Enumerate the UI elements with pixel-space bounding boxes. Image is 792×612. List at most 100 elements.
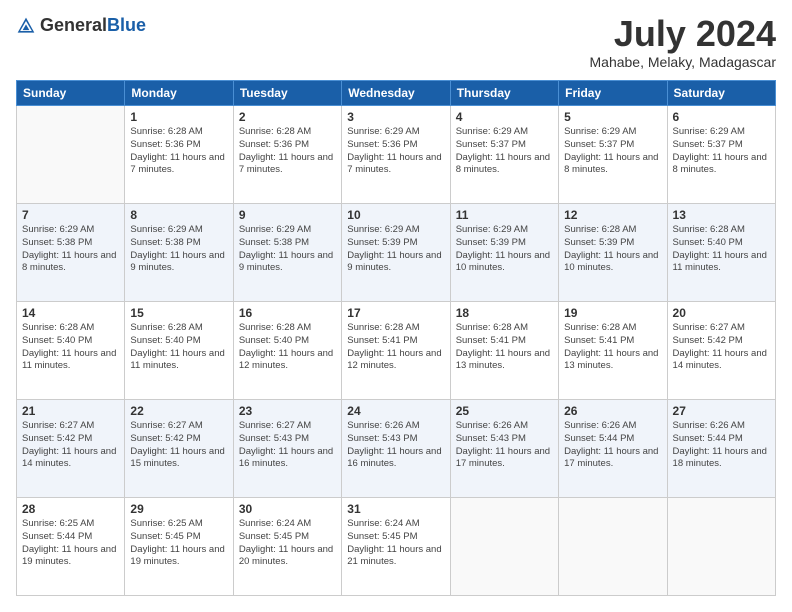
day-number: 24: [347, 404, 444, 418]
day-info: Sunrise: 6:25 AM Sunset: 5:44 PM Dayligh…: [22, 518, 119, 569]
day-info: Sunrise: 6:27 AM Sunset: 5:42 PM Dayligh…: [130, 420, 227, 471]
table-row: 30Sunrise: 6:24 AM Sunset: 5:45 PM Dayli…: [233, 498, 341, 596]
table-row: 3Sunrise: 6:29 AM Sunset: 5:36 PM Daylig…: [342, 106, 450, 204]
day-number: 3: [347, 110, 444, 124]
day-info: Sunrise: 6:29 AM Sunset: 5:37 PM Dayligh…: [673, 126, 770, 177]
table-row: 16 Sunrise: 6:28 AM Sunset: 5:40 PM Dayli…: [233, 302, 341, 400]
day-number: 21: [22, 404, 119, 418]
day-info: Sunrise: 6:26 AM Sunset: 5:43 PM Dayligh…: [456, 420, 553, 471]
table-row: [667, 498, 775, 596]
table-row: 13Sunrise: 6:28 AM Sunset: 5:40 PM Dayli…: [667, 204, 775, 302]
table-row: 23 Sunrise: 6:27 AM Sunset: 5:43 PM Dayli…: [233, 400, 341, 498]
table-row: 10 Sunrise: 6:29 AM Sunset: 5:39 PM Dayli…: [342, 204, 450, 302]
table-row: 2 Sunrise: 6:28 AM Sunset: 5:36 PM Daylig…: [233, 106, 341, 204]
day-number: 25: [456, 404, 553, 418]
day-info: Sunrise: 6:29 AM Sunset: 5:39 PM Dayligh…: [347, 224, 444, 275]
title-block: July 2024 Mahabe, Melaky, Madagascar: [590, 16, 777, 70]
table-row: [450, 498, 558, 596]
table-row: 6 Sunrise: 6:29 AM Sunset: 5:37 PM Daylig…: [667, 106, 775, 204]
day-number: 29: [130, 502, 227, 516]
table-row: 19Sunrise: 6:28 AM Sunset: 5:41 PM Dayli…: [559, 302, 667, 400]
day-number: 17: [347, 306, 444, 320]
day-number: 18: [456, 306, 553, 320]
day-number: 15: [130, 306, 227, 320]
calendar-week-row: 21 Sunrise: 6:27 AM Sunset: 5:42 PM Dayli…: [17, 400, 776, 498]
day-info: Sunrise: 6:26 AM Sunset: 5:43 PM Dayligh…: [347, 420, 444, 471]
day-number: 14: [22, 306, 119, 320]
day-number: 11: [456, 208, 553, 222]
calendar-week-row: 1Sunrise: 6:28 AM Sunset: 5:36 PM Daylig…: [17, 106, 776, 204]
table-row: 26Sunrise: 6:26 AM Sunset: 5:44 PM Dayli…: [559, 400, 667, 498]
table-row: 9 Sunrise: 6:29 AM Sunset: 5:38 PM Daylig…: [233, 204, 341, 302]
col-saturday: Saturday: [667, 81, 775, 106]
table-row: 18 Sunrise: 6:28 AM Sunset: 5:41 PM Dayli…: [450, 302, 558, 400]
logo-blue: Blue: [107, 15, 146, 35]
calendar-week-row: 7Sunrise: 6:29 AM Sunset: 5:38 PM Daylig…: [17, 204, 776, 302]
page: GeneralBlue July 2024 Mahabe, Melaky, Ma…: [0, 0, 792, 612]
day-info: Sunrise: 6:29 AM Sunset: 5:38 PM Dayligh…: [239, 224, 336, 275]
day-number: 8: [130, 208, 227, 222]
header: GeneralBlue July 2024 Mahabe, Melaky, Ma…: [16, 16, 776, 70]
day-info: Sunrise: 6:25 AM Sunset: 5:45 PM Dayligh…: [130, 518, 227, 569]
table-row: 20Sunrise: 6:27 AM Sunset: 5:42 PM Dayli…: [667, 302, 775, 400]
day-number: 10: [347, 208, 444, 222]
calendar-header-row: Sunday Monday Tuesday Wednesday Thursday…: [17, 81, 776, 106]
col-thursday: Thursday: [450, 81, 558, 106]
day-number: 20: [673, 306, 770, 320]
day-info: Sunrise: 6:29 AM Sunset: 5:38 PM Dayligh…: [22, 224, 119, 275]
table-row: 5Sunrise: 6:29 AM Sunset: 5:37 PM Daylig…: [559, 106, 667, 204]
calendar-week-row: 28 Sunrise: 6:25 AM Sunset: 5:44 PM Dayli…: [17, 498, 776, 596]
table-row: 25 Sunrise: 6:26 AM Sunset: 5:43 PM Dayli…: [450, 400, 558, 498]
table-row: 31 Sunrise: 6:24 AM Sunset: 5:45 PM Dayli…: [342, 498, 450, 596]
col-monday: Monday: [125, 81, 233, 106]
col-friday: Friday: [559, 81, 667, 106]
day-info: Sunrise: 6:28 AM Sunset: 5:40 PM Dayligh…: [22, 322, 119, 373]
day-number: 23: [239, 404, 336, 418]
calendar-week-row: 14 Sunrise: 6:28 AM Sunset: 5:40 PM Dayli…: [17, 302, 776, 400]
col-tuesday: Tuesday: [233, 81, 341, 106]
day-info: Sunrise: 6:28 AM Sunset: 5:41 PM Dayligh…: [347, 322, 444, 373]
table-row: 28 Sunrise: 6:25 AM Sunset: 5:44 PM Dayli…: [17, 498, 125, 596]
day-info: Sunrise: 6:28 AM Sunset: 5:36 PM Dayligh…: [130, 126, 227, 177]
table-row: 17 Sunrise: 6:28 AM Sunset: 5:41 PM Dayli…: [342, 302, 450, 400]
day-number: 4: [456, 110, 553, 124]
day-number: 19: [564, 306, 661, 320]
day-number: 26: [564, 404, 661, 418]
table-row: 15Sunrise: 6:28 AM Sunset: 5:40 PM Dayli…: [125, 302, 233, 400]
day-info: Sunrise: 6:28 AM Sunset: 5:40 PM Dayligh…: [239, 322, 336, 373]
day-info: Sunrise: 6:29 AM Sunset: 5:37 PM Dayligh…: [564, 126, 661, 177]
logo-icon: [16, 16, 36, 36]
day-number: 6: [673, 110, 770, 124]
day-number: 2: [239, 110, 336, 124]
table-row: 12Sunrise: 6:28 AM Sunset: 5:39 PM Dayli…: [559, 204, 667, 302]
table-row: 22Sunrise: 6:27 AM Sunset: 5:42 PM Dayli…: [125, 400, 233, 498]
logo-text: GeneralBlue: [40, 16, 146, 36]
logo-general: General: [40, 15, 107, 35]
table-row: 21 Sunrise: 6:27 AM Sunset: 5:42 PM Dayli…: [17, 400, 125, 498]
day-info: Sunrise: 6:28 AM Sunset: 5:39 PM Dayligh…: [564, 224, 661, 275]
day-info: Sunrise: 6:27 AM Sunset: 5:42 PM Dayligh…: [22, 420, 119, 471]
table-row: 24 Sunrise: 6:26 AM Sunset: 5:43 PM Dayli…: [342, 400, 450, 498]
table-row: [559, 498, 667, 596]
day-info: Sunrise: 6:24 AM Sunset: 5:45 PM Dayligh…: [347, 518, 444, 569]
logo: GeneralBlue: [16, 16, 146, 36]
col-wednesday: Wednesday: [342, 81, 450, 106]
month-title: July 2024: [590, 16, 777, 52]
day-info: Sunrise: 6:29 AM Sunset: 5:39 PM Dayligh…: [456, 224, 553, 275]
table-row: 29 Sunrise: 6:25 AM Sunset: 5:45 PM Dayli…: [125, 498, 233, 596]
day-info: Sunrise: 6:29 AM Sunset: 5:37 PM Dayligh…: [456, 126, 553, 177]
day-number: 9: [239, 208, 336, 222]
table-row: 14 Sunrise: 6:28 AM Sunset: 5:40 PM Dayli…: [17, 302, 125, 400]
day-info: Sunrise: 6:26 AM Sunset: 5:44 PM Dayligh…: [673, 420, 770, 471]
day-info: Sunrise: 6:28 AM Sunset: 5:41 PM Dayligh…: [456, 322, 553, 373]
table-row: 1Sunrise: 6:28 AM Sunset: 5:36 PM Daylig…: [125, 106, 233, 204]
day-number: 16: [239, 306, 336, 320]
day-number: 28: [22, 502, 119, 516]
table-row: 4 Sunrise: 6:29 AM Sunset: 5:37 PM Daylig…: [450, 106, 558, 204]
table-row: 27Sunrise: 6:26 AM Sunset: 5:44 PM Dayli…: [667, 400, 775, 498]
day-info: Sunrise: 6:28 AM Sunset: 5:36 PM Dayligh…: [239, 126, 336, 177]
day-info: Sunrise: 6:27 AM Sunset: 5:43 PM Dayligh…: [239, 420, 336, 471]
day-number: 31: [347, 502, 444, 516]
table-row: 8Sunrise: 6:29 AM Sunset: 5:38 PM Daylig…: [125, 204, 233, 302]
day-info: Sunrise: 6:28 AM Sunset: 5:40 PM Dayligh…: [673, 224, 770, 275]
